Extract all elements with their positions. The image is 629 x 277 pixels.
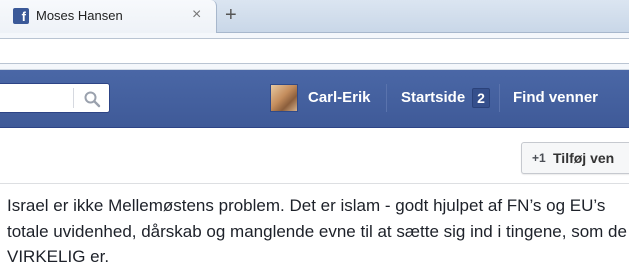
nav-divider xyxy=(499,84,500,112)
tab-title: Moses Hansen xyxy=(36,8,123,23)
address-bar[interactable] xyxy=(0,38,629,64)
search-divider xyxy=(73,88,74,108)
browser-tab-strip: f Moses Hansen × + xyxy=(0,0,629,33)
add-friend-button[interactable]: +1 Tilføj ven xyxy=(521,142,629,174)
new-tab-button[interactable]: + xyxy=(225,5,237,25)
find-friends-link[interactable]: Find venner xyxy=(513,89,598,106)
home-link[interactable]: Startside xyxy=(401,89,465,106)
browser-toolbar xyxy=(0,33,629,70)
browser-tab[interactable]: f Moses Hansen × xyxy=(0,0,217,33)
search-icon[interactable] xyxy=(83,90,101,108)
facebook-favicon-icon: f xyxy=(13,8,29,24)
post-text: Israel er ikke Mellemøstens problem. Det… xyxy=(7,196,627,266)
search-input[interactable] xyxy=(0,83,110,113)
nav-divider xyxy=(386,84,387,112)
home-count-badge: 2 xyxy=(472,88,490,108)
add-friend-label: Tilføj ven xyxy=(553,150,615,166)
add-friend-icon: +1 xyxy=(532,151,546,165)
section-divider xyxy=(0,183,629,184)
close-tab-icon[interactable]: × xyxy=(192,7,201,23)
profile-link[interactable]: Carl-Erik xyxy=(308,89,371,106)
user-avatar[interactable] xyxy=(270,84,298,112)
